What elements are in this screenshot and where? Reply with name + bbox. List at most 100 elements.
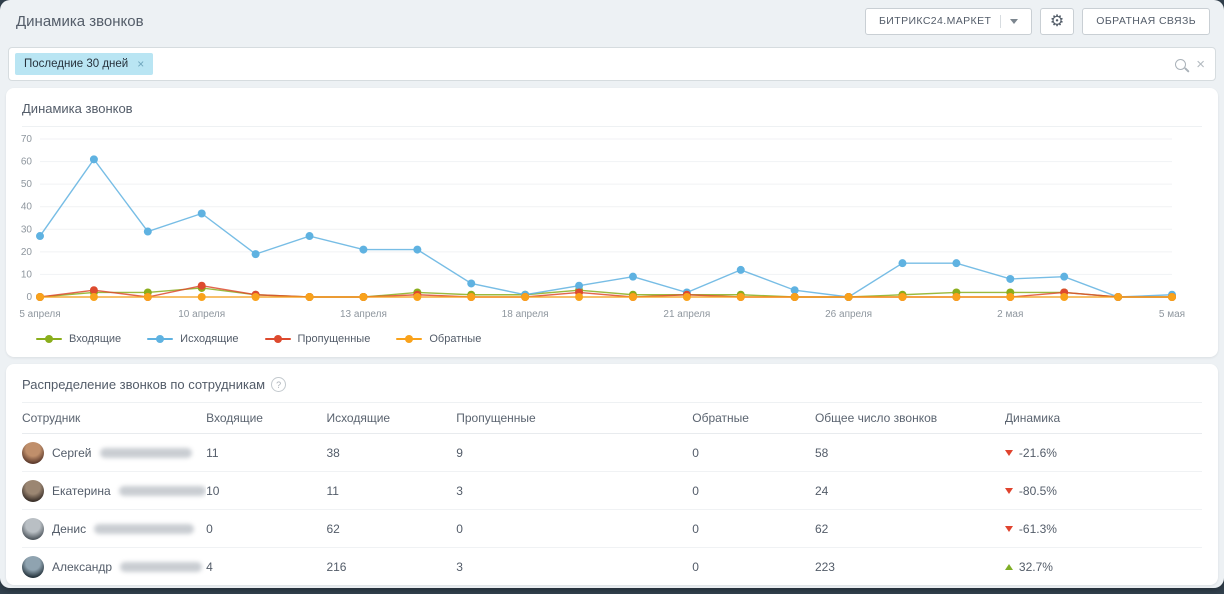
svg-text:21 апреля: 21 апреля <box>663 309 710 320</box>
redacted-surname <box>94 524 194 534</box>
outgoing-count: 62 <box>326 522 456 536</box>
callback-count: 0 <box>692 484 815 498</box>
filter-bar[interactable]: Последние 30 дней × × <box>8 47 1216 81</box>
filter-chip-period[interactable]: Последние 30 дней × <box>15 53 153 75</box>
chart-panel: Динамика звонков 0102030405060705 апреля… <box>6 88 1218 357</box>
col-missed: Пропущенные <box>456 411 692 425</box>
legend-marker <box>265 334 291 344</box>
legend-item-missed[interactable]: Пропущенные <box>265 333 371 345</box>
employee-name[interactable]: Александр <box>52 560 112 574</box>
chip-close-icon[interactable]: × <box>137 58 144 70</box>
table-panel-head: Распределение звонков по сотрудникам ? <box>6 364 1218 402</box>
trend-value: -21.6% <box>1019 446 1057 460</box>
redacted-surname <box>100 448 192 458</box>
chevron-down-icon[interactable] <box>1010 19 1018 24</box>
total-count: 223 <box>815 560 1005 574</box>
legend-item-outgoing[interactable]: Исходящие <box>147 333 238 345</box>
callback-count: 0 <box>692 560 815 574</box>
total-count: 58 <box>815 446 1005 460</box>
svg-text:0: 0 <box>26 292 32 303</box>
missed-count: 3 <box>456 560 692 574</box>
help-icon[interactable]: ? <box>271 377 286 392</box>
legend-marker <box>396 334 422 344</box>
trend-icon <box>1005 526 1013 532</box>
legend-item-callback[interactable]: Обратные <box>396 333 481 345</box>
search-icon[interactable] <box>1175 59 1186 70</box>
svg-text:10: 10 <box>21 269 33 280</box>
trend-icon <box>1005 488 1013 494</box>
employees-table: Сотрудник Входящие Исходящие Пропущенные… <box>6 403 1218 585</box>
callback-count: 0 <box>692 522 815 536</box>
svg-text:30: 30 <box>21 224 33 235</box>
market-button-label: БИТРИКС24.МАРКЕТ <box>879 15 991 27</box>
col-outgoing: Исходящие <box>326 411 456 425</box>
filter-search-input[interactable] <box>161 47 1167 81</box>
legend-label: Исходящие <box>180 333 238 345</box>
svg-text:40: 40 <box>21 202 33 213</box>
callback-count: 0 <box>692 446 815 460</box>
total-count: 24 <box>815 484 1005 498</box>
missed-count: 3 <box>456 484 692 498</box>
outgoing-count: 38 <box>326 446 456 460</box>
incoming-count: 0 <box>206 522 326 536</box>
legend-item-incoming[interactable]: Входящие <box>36 333 121 345</box>
trend-icon <box>1005 450 1013 456</box>
market-button[interactable]: БИТРИКС24.МАРКЕТ <box>865 8 1032 35</box>
top-bar: Динамика звонков БИТРИКС24.МАРКЕТ ⚙ ОБРА… <box>0 0 1224 42</box>
col-dynamics: Динамика <box>1005 411 1202 425</box>
svg-text:60: 60 <box>21 157 33 168</box>
trend-value: -61.3% <box>1019 522 1057 536</box>
outgoing-count: 216 <box>326 560 456 574</box>
feedback-button-label: ОБРАТНАЯ СВЯЗЬ <box>1096 15 1196 27</box>
clear-filter-icon[interactable]: × <box>1196 57 1205 72</box>
table-panel-title: Распределение звонков по сотрудникам <box>22 377 265 392</box>
filter-chip-label: Последние 30 дней <box>24 58 128 70</box>
filter-icons: × <box>1175 57 1205 72</box>
employee-name[interactable]: Денис <box>52 522 86 536</box>
employee-name[interactable]: Екатерина <box>52 484 111 498</box>
avatar <box>22 518 44 540</box>
avatar <box>22 556 44 578</box>
table-header-row: Сотрудник Входящие Исходящие Пропущенные… <box>22 403 1202 434</box>
legend-label: Пропущенные <box>298 333 371 345</box>
incoming-count: 4 <box>206 560 326 574</box>
top-bar-actions: БИТРИКС24.МАРКЕТ ⚙ ОБРАТНАЯ СВЯЗЬ <box>865 8 1210 35</box>
svg-text:50: 50 <box>21 179 33 190</box>
feedback-button[interactable]: ОБРАТНАЯ СВЯЗЬ <box>1082 8 1210 35</box>
trend-value: -80.5% <box>1019 484 1057 498</box>
chart-panel-title: Динамика звонков <box>6 88 1218 126</box>
svg-text:2 мая: 2 мая <box>997 309 1023 320</box>
col-total: Общее число звонков <box>815 411 1005 425</box>
avatar <box>22 442 44 464</box>
svg-text:5 апреля: 5 апреля <box>19 309 60 320</box>
legend-marker <box>36 334 62 344</box>
calls-dynamics-line-chart: 0102030405060705 апреля10 апреля13 апрел… <box>6 127 1186 329</box>
missed-count: 9 <box>456 446 692 460</box>
table-row: Сергей 11 38 9 0 58 -21.6% <box>22 434 1202 472</box>
redacted-surname <box>119 486 206 496</box>
redacted-surname <box>120 562 202 572</box>
trend-icon <box>1005 564 1013 570</box>
svg-text:20: 20 <box>21 247 33 258</box>
svg-text:5 мая: 5 мая <box>1159 309 1185 320</box>
incoming-count: 11 <box>206 446 326 460</box>
legend-label: Входящие <box>69 333 121 345</box>
report-slider: Динамика звонков БИТРИКС24.МАРКЕТ ⚙ ОБРА… <box>0 0 1224 588</box>
trend-value: 32.7% <box>1019 560 1053 574</box>
total-count: 62 <box>815 522 1005 536</box>
legend-label: Обратные <box>429 333 481 345</box>
legend-marker <box>147 334 173 344</box>
table-row: Денис 0 62 0 0 62 -61.3% <box>22 510 1202 548</box>
page-title: Динамика звонков <box>16 13 144 30</box>
svg-text:18 апреля: 18 апреля <box>502 309 549 320</box>
svg-text:10 апреля: 10 апреля <box>178 309 225 320</box>
col-employee: Сотрудник <box>22 411 206 425</box>
settings-button[interactable]: ⚙ <box>1040 8 1074 35</box>
col-incoming: Входящие <box>206 411 326 425</box>
employees-table-panel: Распределение звонков по сотрудникам ? С… <box>6 364 1218 585</box>
button-divider <box>1000 15 1001 28</box>
table-row: Александр 4 216 3 0 223 32.7% <box>22 548 1202 585</box>
table-row: Екатерина 10 11 3 0 24 -80.5% <box>22 472 1202 510</box>
employee-name[interactable]: Сергей <box>52 446 92 460</box>
incoming-count: 10 <box>206 484 326 498</box>
